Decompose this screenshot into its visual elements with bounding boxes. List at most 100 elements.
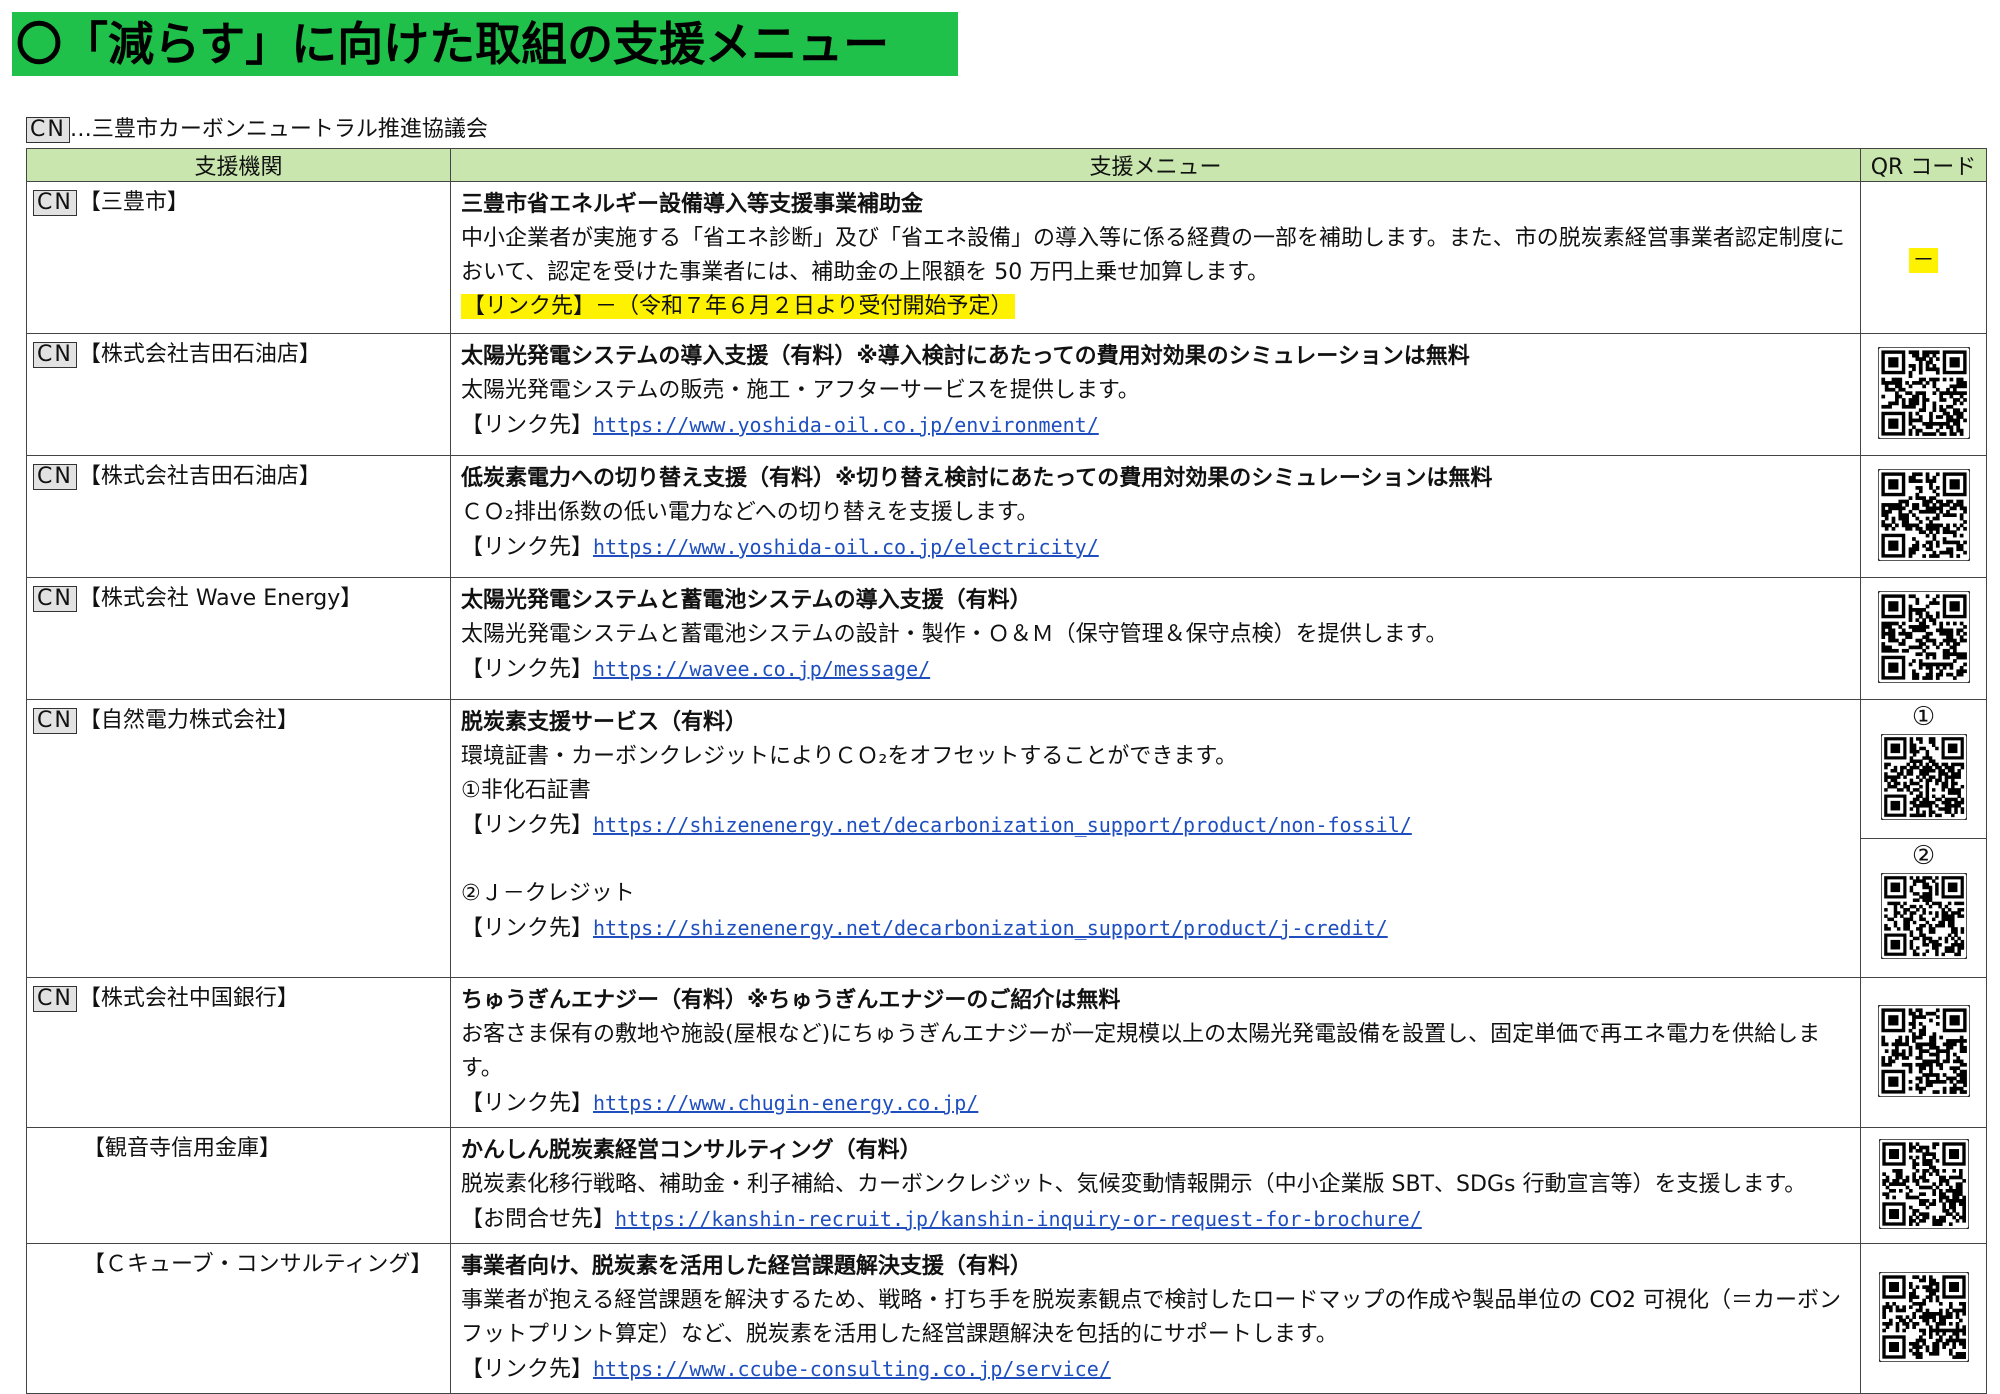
qr-code-icon[interactable] bbox=[1876, 585, 1971, 693]
menu-description: 太陽光発電システムと蓄電池システムの設計・製作・Ｏ＆Ｍ（保守管理＆保守点検）を提… bbox=[461, 622, 1448, 647]
header-qr: QR コード bbox=[1860, 148, 1987, 182]
org-cell: 【観音寺信用金庫】 bbox=[26, 1127, 451, 1244]
org-cell: CN 【自然電力株式会社】 bbox=[26, 699, 451, 978]
link-url[interactable]: https://shizenenergy.net/decarbonization… bbox=[593, 916, 1388, 940]
table-row: CN 【株式会社吉田石油店】 低炭素電力への切り替え支援（有料）※切り替え検討にあ… bbox=[26, 455, 1987, 578]
table-row: CN 【株式会社 Wave Energy】 太陽光発電システムと蓄電池システムの導… bbox=[26, 577, 1987, 700]
legend-text: …三豊市カーボンニュートラル推進協議会 bbox=[69, 117, 488, 142]
menu-cell: 太陽光発電システムと蓄電池システムの導入支援（有料） 太陽光発電システムと蓄電池… bbox=[450, 577, 1861, 700]
page-title: 〇「減らす」に向けた取組の支援メニュー bbox=[12, 12, 958, 76]
table-row: CN 【自然電力株式会社】 脱炭素支援サービス（有料） 環境証書・カーボンクレジッ… bbox=[26, 699, 1987, 978]
qr-block-1: ① bbox=[1861, 700, 1986, 838]
menu-description: 太陽光発電システムの販売・施工・アフターサービスを提供します。 bbox=[461, 378, 1140, 403]
menu-cell: 三豊市省エネルギー設備導入等支援事業補助金 中小企業者が実施する「省エネ診断」及… bbox=[450, 181, 1861, 334]
org-name: 【株式会社中国銀行】 bbox=[78, 986, 299, 1011]
qr-cell bbox=[1860, 577, 1987, 700]
qr-cell bbox=[1860, 977, 1987, 1128]
qr-code-icon[interactable] bbox=[1877, 1133, 1970, 1239]
org-cell: CN 【株式会社吉田石油店】 bbox=[26, 455, 451, 578]
menu-title: 低炭素電力への切り替え支援（有料）※切り替え検討にあたっての費用対効果のシミュレ… bbox=[461, 466, 1493, 491]
menu-description: 事業者が抱える経営課題を解決するため、戦略・打ち手を脱炭素観点で検討したロードマ… bbox=[461, 1288, 1842, 1347]
link-label: 【リンク先】 bbox=[461, 813, 594, 838]
menu-title: 太陽光発電システムの導入支援（有料）※導入検討にあたっての費用対効果のシミュレー… bbox=[461, 344, 1470, 369]
table-row: CN 【株式会社吉田石油店】 太陽光発電システムの導入支援（有料）※導入検討にあた… bbox=[26, 333, 1987, 456]
qr-code-icon[interactable] bbox=[1876, 463, 1971, 571]
qr-none: － bbox=[1909, 247, 1938, 273]
link-label: 【リンク先】 bbox=[461, 1091, 594, 1116]
table-header-row: 支援機関 支援メニュー QR コード bbox=[26, 148, 1987, 182]
qr-cell bbox=[1860, 455, 1987, 578]
link-url[interactable]: https://www.yoshida-oil.co.jp/electricit… bbox=[593, 535, 1099, 559]
org-name: 【株式会社吉田石油店】 bbox=[78, 464, 321, 489]
header-org: 支援機関 bbox=[26, 148, 451, 182]
menu-cell: 太陽光発電システムの導入支援（有料）※導入検討にあたっての費用対効果のシミュレー… bbox=[450, 333, 1861, 456]
org-cell: 【Ｃキューブ・コンサルティング】 bbox=[26, 1243, 451, 1394]
menu-cell: 事業者向け、脱炭素を活用した経営課題解決支援（有料） 事業者が抱える経営課題を解… bbox=[450, 1243, 1861, 1394]
qr-cell bbox=[1860, 1127, 1987, 1244]
menu-cell: ちゅうぎんエナジー（有料）※ちゅうぎんエナジーのご紹介は無料 お客さま保有の敷地… bbox=[450, 977, 1861, 1128]
table-row: CN 【三豊市】 三豊市省エネルギー設備導入等支援事業補助金 中小企業者が実施する… bbox=[26, 181, 1987, 334]
menu-description: 脱炭素化移行戦略、補助金・利子補給、カーボンクレジット、気候変動情報開示（中小企… bbox=[461, 1172, 1807, 1197]
link-url[interactable]: https://www.yoshida-oil.co.jp/environmen… bbox=[593, 413, 1099, 437]
qr-cell bbox=[1860, 333, 1987, 456]
qr-number: ① bbox=[1911, 702, 1936, 732]
menu-title: 事業者向け、脱炭素を活用した経営課題解決支援（有料） bbox=[461, 1254, 1032, 1279]
menu-title: 三豊市省エネルギー設備導入等支援事業補助金 bbox=[461, 192, 924, 217]
menu-description: お客さま保有の敷地や施設(屋根など)にちゅうぎんエナジーが一定規模以上の太陽光発… bbox=[461, 1022, 1821, 1081]
menu-title: 脱炭素支援サービス（有料） bbox=[461, 710, 748, 735]
link-label: 【リンク先】 bbox=[461, 535, 594, 560]
qr-code-icon[interactable] bbox=[1879, 733, 1968, 824]
cn-badge: CN bbox=[33, 986, 77, 1012]
org-name: 【三豊市】 bbox=[78, 190, 189, 215]
qr-code-icon[interactable] bbox=[1877, 1266, 1970, 1372]
menu-title: かんしん脱炭素経営コンサルティング（有料） bbox=[461, 1138, 922, 1163]
cn-badge: CN bbox=[33, 708, 77, 734]
sub-item-label: ②Ｊ－クレジット bbox=[461, 881, 635, 906]
org-cell: CN 【株式会社中国銀行】 bbox=[26, 977, 451, 1128]
cn-badge: CN bbox=[26, 117, 70, 143]
link-label: 【リンク先】 bbox=[461, 916, 594, 941]
sub-item-label: ①非化石証書 bbox=[461, 778, 591, 803]
link-url[interactable]: https://kanshin-recruit.jp/kanshin-inqui… bbox=[615, 1207, 1422, 1231]
table-row: CN 【株式会社中国銀行】 ちゅうぎんエナジー（有料）※ちゅうぎんエナジーのご紹介… bbox=[26, 977, 1987, 1128]
qr-cell: ① ② bbox=[1860, 699, 1987, 978]
link-url[interactable]: https://www.ccube-consulting.co.jp/servi… bbox=[593, 1357, 1111, 1381]
menu-cell: かんしん脱炭素経営コンサルティング（有料） 脱炭素化移行戦略、補助金・利子補給、… bbox=[450, 1127, 1861, 1244]
org-name: 【観音寺信用金庫】 bbox=[83, 1136, 282, 1161]
link-url[interactable]: https://www.chugin-energy.co.jp/ bbox=[593, 1091, 978, 1115]
menu-cell: 脱炭素支援サービス（有料） 環境証書・カーボンクレジットによりＣＯ₂をオフセット… bbox=[450, 699, 1861, 978]
qr-code-icon[interactable] bbox=[1876, 341, 1971, 449]
cn-badge: CN bbox=[33, 464, 77, 490]
org-name: 【株式会社吉田石油店】 bbox=[78, 342, 321, 367]
qr-number: ② bbox=[1911, 841, 1936, 871]
support-menu-table: 支援機関 支援メニュー QR コード CN 【三豊市】 三豊市省エネルギー設備導入… bbox=[26, 148, 1987, 1394]
menu-title: 太陽光発電システムと蓄電池システムの導入支援（有料） bbox=[461, 588, 1032, 613]
legend: CN …三豊市カーボンニュートラル推進協議会 bbox=[26, 116, 488, 144]
link-label: 【リンク先】 bbox=[461, 413, 594, 438]
cn-badge: CN bbox=[33, 586, 77, 612]
qr-code-icon[interactable] bbox=[1876, 999, 1971, 1107]
org-cell: CN 【三豊市】 bbox=[26, 181, 451, 334]
menu-description: ＣＯ₂排出係数の低い電力などへの切り替えを支援します。 bbox=[461, 500, 1039, 525]
qr-code-icon[interactable] bbox=[1879, 872, 1968, 963]
table-row: 【観音寺信用金庫】 かんしん脱炭素経営コンサルティング（有料） 脱炭素化移行戦略… bbox=[26, 1127, 1987, 1244]
header-menu: 支援メニュー bbox=[450, 148, 1861, 182]
menu-description: 中小企業者が実施する「省エネ診断」及び「省エネ設備」の導入等に係る経費の一部を補… bbox=[461, 226, 1845, 285]
cn-badge: CN bbox=[33, 190, 77, 216]
link-url[interactable]: https://shizenenergy.net/decarbonization… bbox=[593, 813, 1412, 837]
link-label: 【お問合せ先】 bbox=[461, 1207, 616, 1232]
org-name: 【Ｃキューブ・コンサルティング】 bbox=[83, 1252, 433, 1277]
menu-description: 環境証書・カーボンクレジットによりＣＯ₂をオフセットすることができます。 bbox=[461, 744, 1238, 769]
menu-title: ちゅうぎんエナジー（有料）※ちゅうぎんエナジーのご紹介は無料 bbox=[461, 988, 1121, 1013]
qr-block-2: ② bbox=[1861, 838, 1986, 977]
org-cell: CN 【株式会社 Wave Energy】 bbox=[26, 577, 451, 700]
qr-cell: － bbox=[1860, 181, 1987, 334]
qr-cell bbox=[1860, 1243, 1987, 1394]
org-name: 【自然電力株式会社】 bbox=[78, 708, 299, 733]
menu-cell: 低炭素電力への切り替え支援（有料）※切り替え検討にあたっての費用対効果のシミュレ… bbox=[450, 455, 1861, 578]
org-name: 【株式会社 Wave Energy】 bbox=[78, 586, 363, 611]
link-label: 【リンク先】－（令和７年６月２日より受付開始予定） bbox=[461, 294, 1015, 319]
link-label: 【リンク先】 bbox=[461, 1357, 594, 1382]
link-url[interactable]: https://wavee.co.jp/message/ bbox=[593, 657, 930, 681]
link-label: 【リンク先】 bbox=[461, 657, 594, 682]
